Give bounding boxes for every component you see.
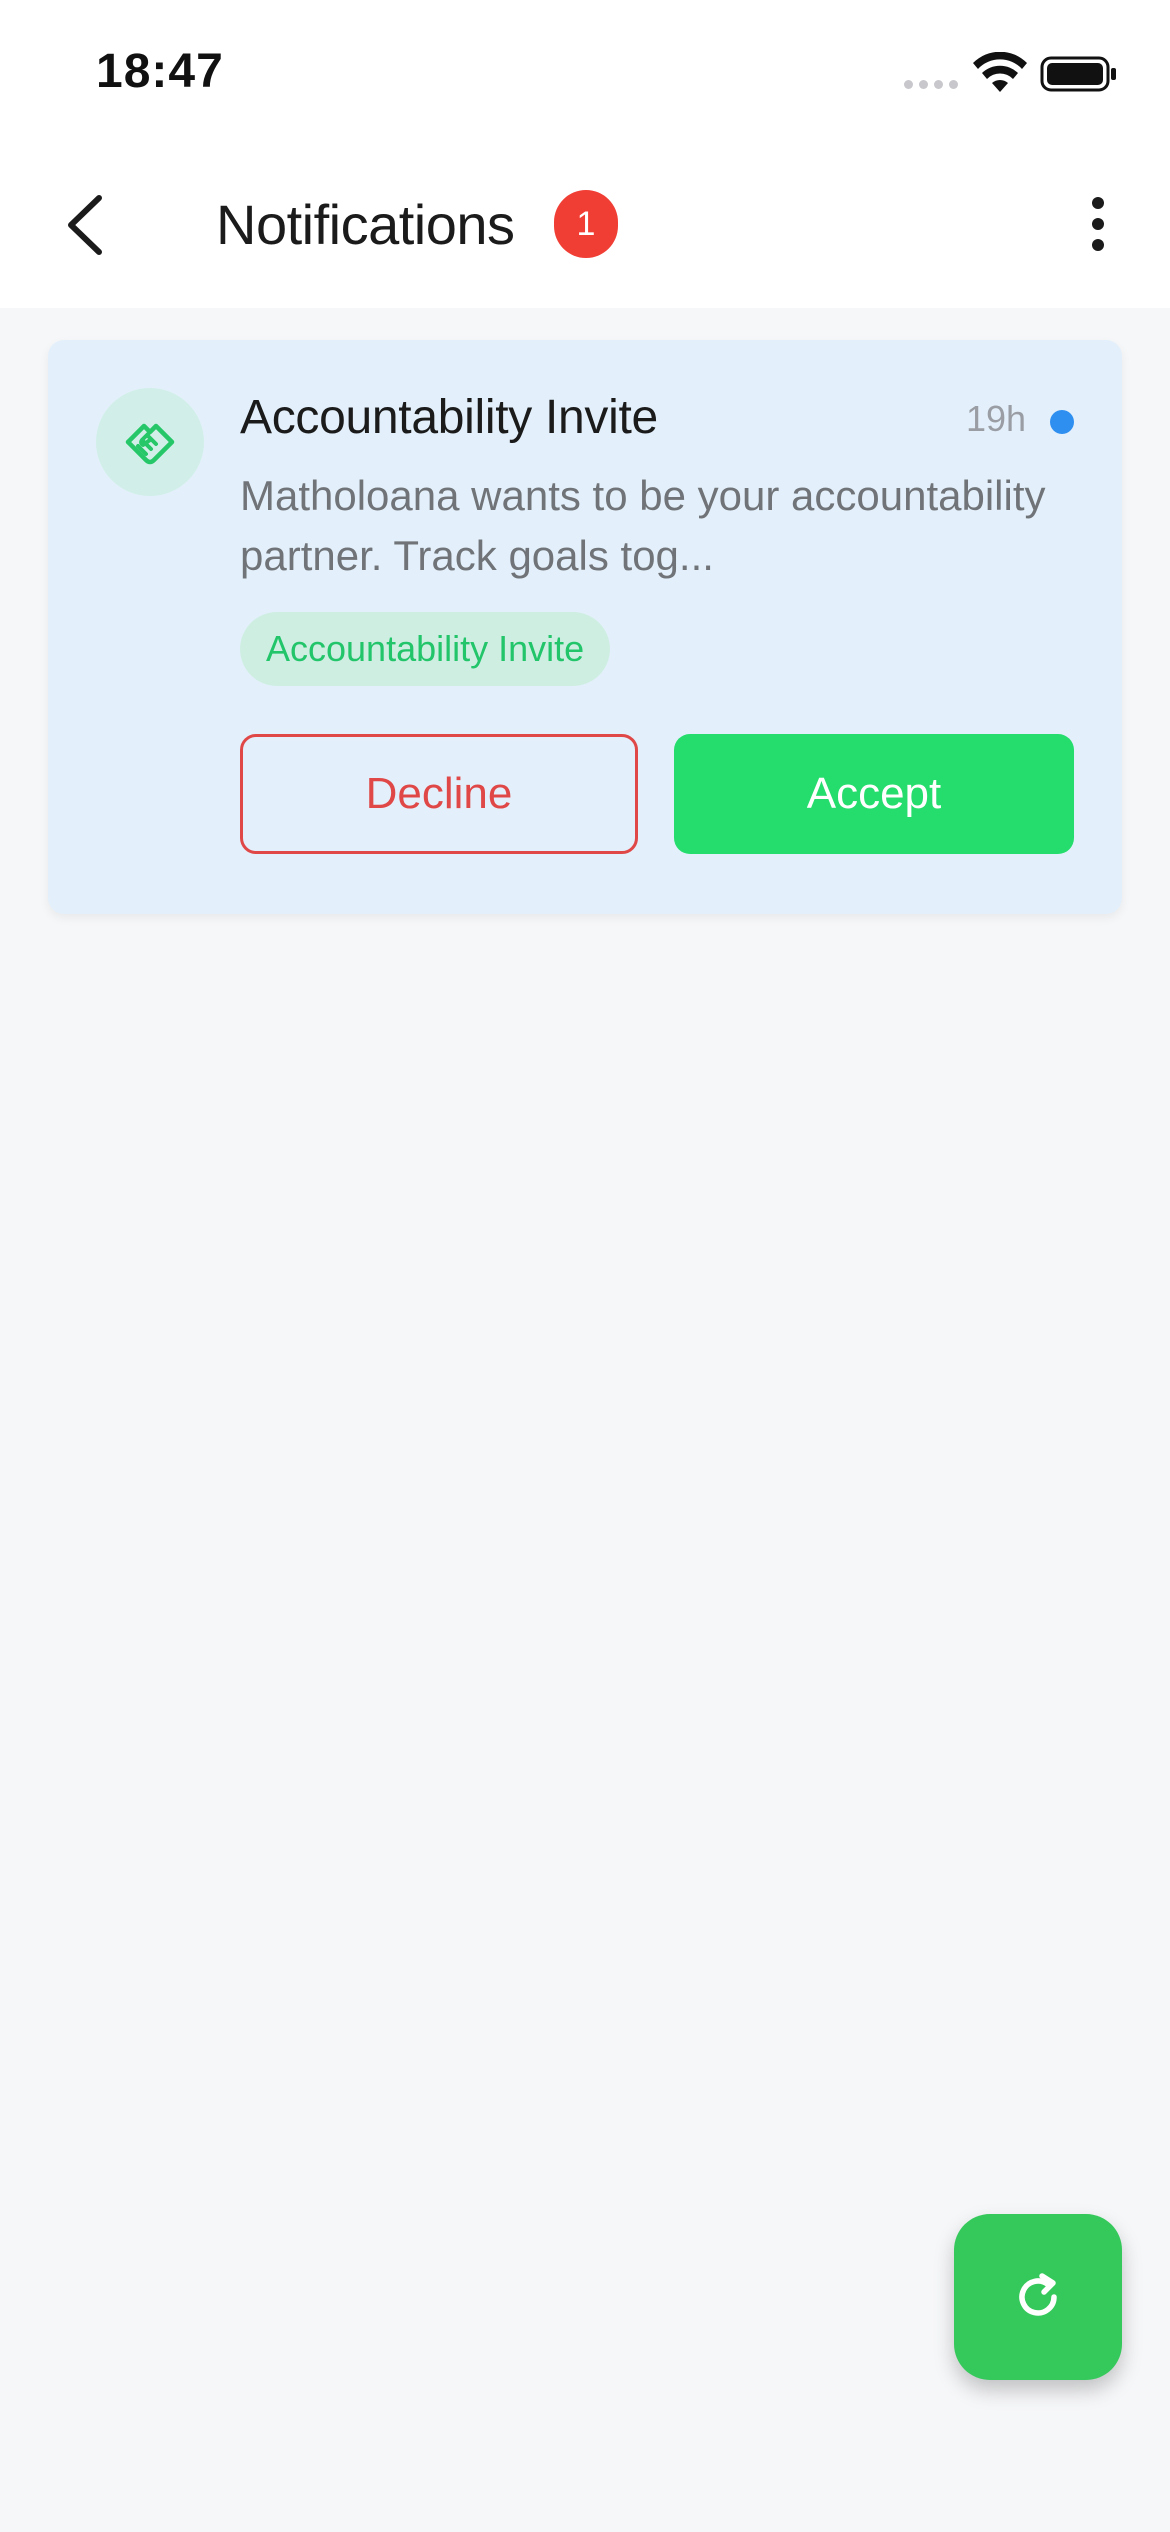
handshake-icon xyxy=(125,423,175,465)
battery-icon xyxy=(1040,56,1116,92)
unread-count-badge: 1 xyxy=(554,190,618,258)
refresh-icon xyxy=(1019,2273,1057,2316)
status-bar: 18:47 xyxy=(0,0,1170,150)
back-button[interactable] xyxy=(50,180,120,270)
page-title: Notifications xyxy=(216,193,515,256)
signal-dots-icon xyxy=(904,80,960,92)
notification-time: 19h xyxy=(966,398,1027,439)
notification-card[interactable]: Accountability Invite 19h Matholoana wan… xyxy=(48,340,1122,914)
refresh-button[interactable] xyxy=(954,2214,1122,2380)
notification-category-tag: Accountability Invite xyxy=(240,612,611,686)
unread-dot xyxy=(1050,410,1074,434)
more-options-button[interactable] xyxy=(1070,190,1126,258)
app-header: Notifications 1 xyxy=(0,150,1170,308)
notifications-screen: 18:47 Notifications 1 Accountability Inv… xyxy=(0,0,1170,2532)
accept-button[interactable]: Accept xyxy=(674,734,1074,854)
decline-button[interactable]: Decline xyxy=(240,734,638,854)
status-time: 18:47 xyxy=(96,45,224,98)
wifi-icon xyxy=(973,52,1027,92)
notification-message: Matholoana wants to be your accountabili… xyxy=(240,472,1046,579)
more-vertical-icon xyxy=(1092,197,1104,209)
chevron-left-icon xyxy=(68,195,102,255)
notification-title: Accountability Invite xyxy=(240,391,658,444)
notification-icon-circle xyxy=(96,388,204,496)
